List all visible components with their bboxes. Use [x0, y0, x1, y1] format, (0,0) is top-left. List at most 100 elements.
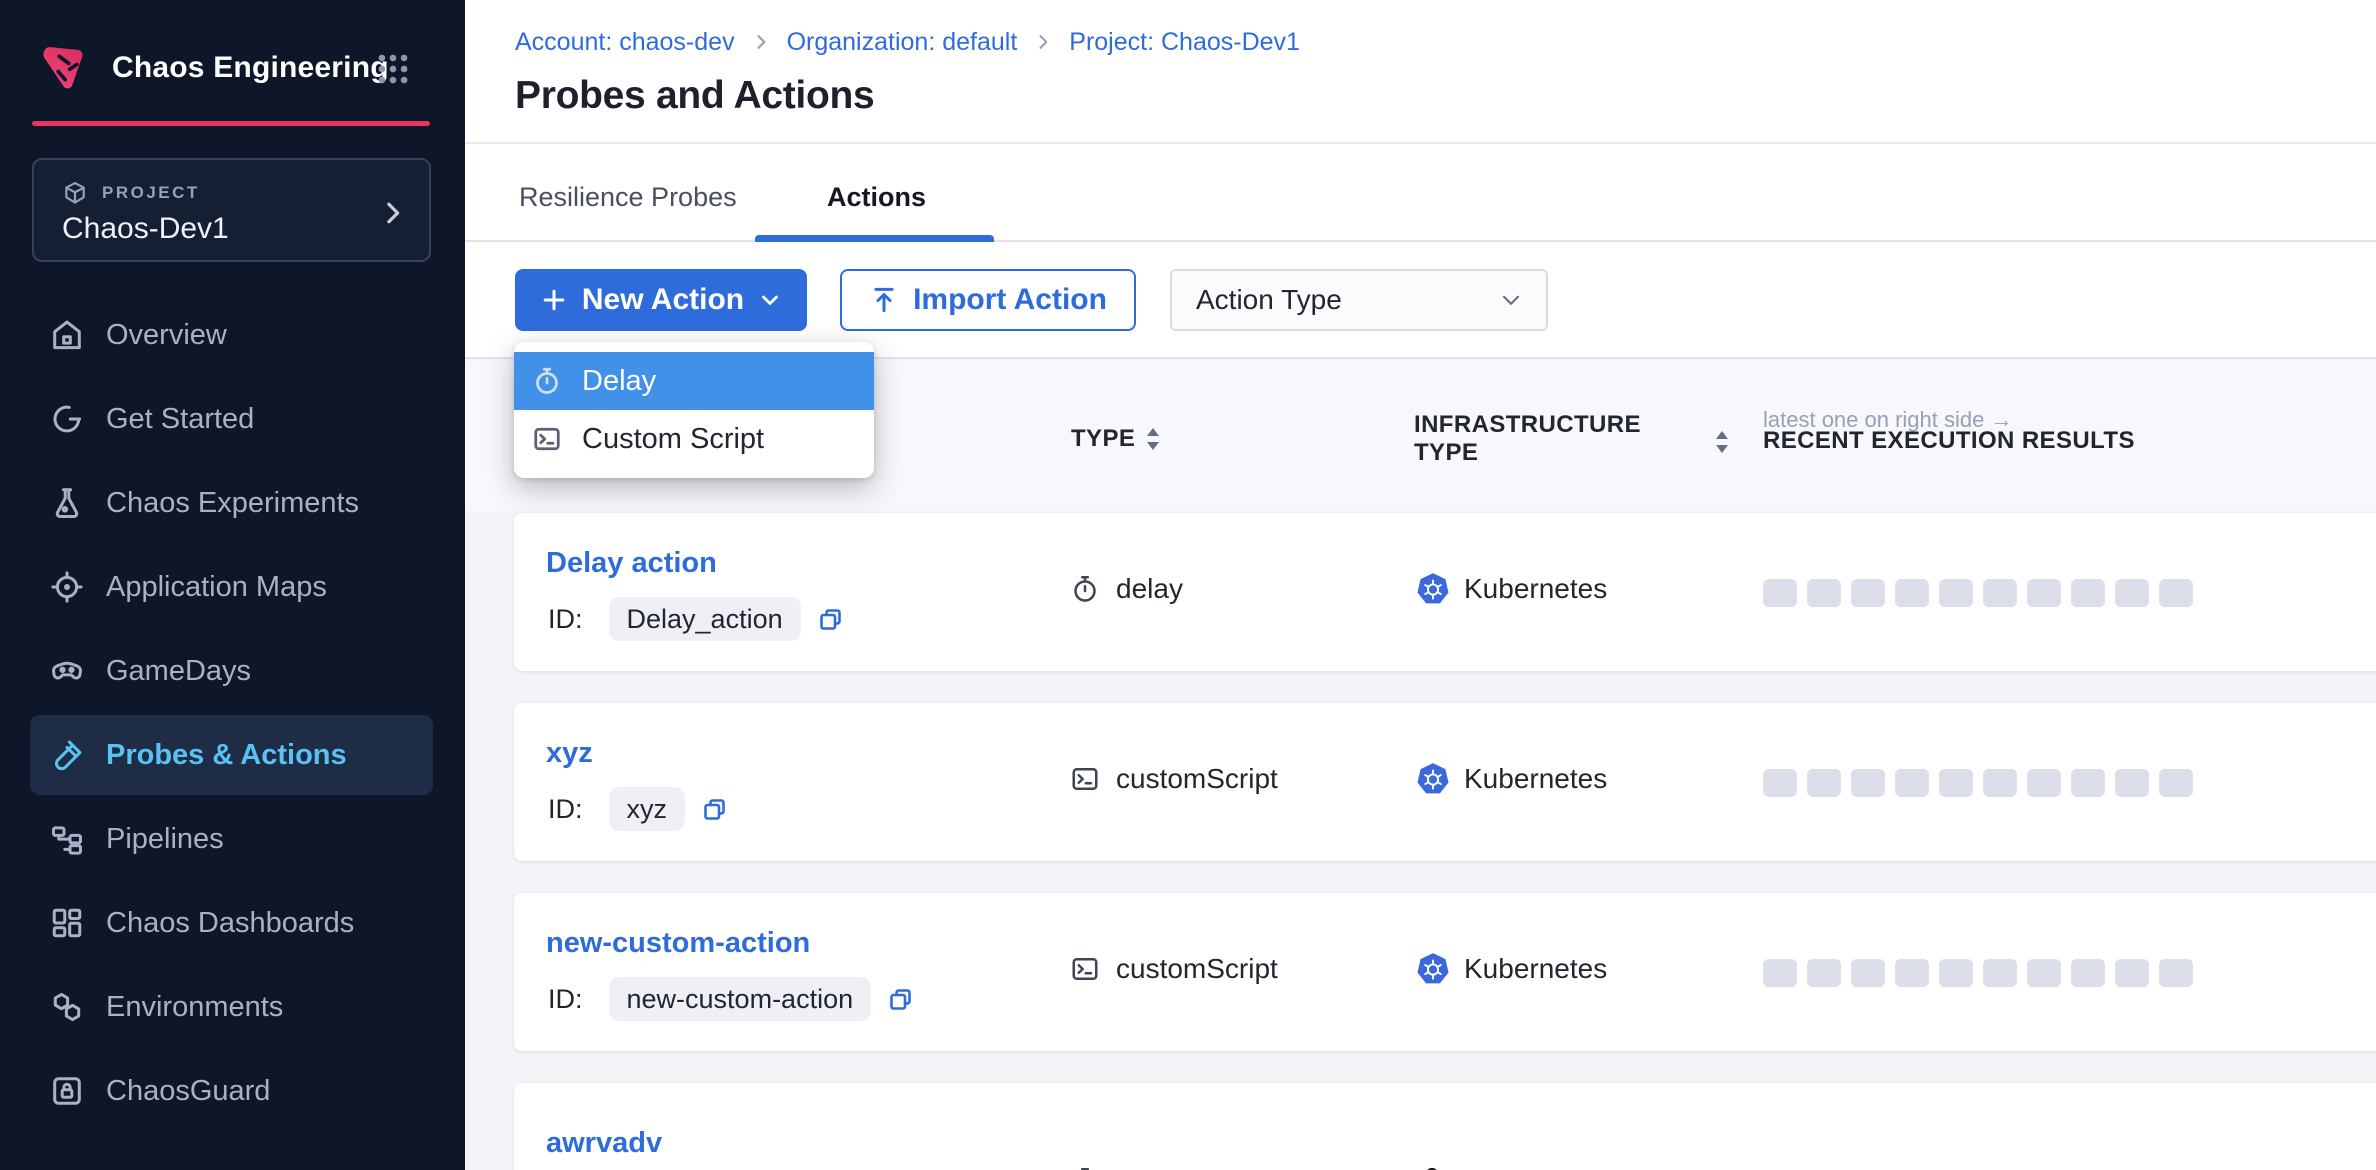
tab-actions[interactable]: Actions: [827, 182, 926, 213]
execution-placeholder: [2115, 579, 2149, 607]
execution-placeholder: [1763, 959, 1797, 987]
sidebar-item-application-maps[interactable]: Application Maps: [0, 547, 465, 627]
import-action-button[interactable]: Import Action: [840, 269, 1136, 331]
menu-item-delay[interactable]: Delay: [514, 352, 874, 410]
execution-placeholder: [1807, 959, 1841, 987]
execution-placeholder: [1939, 959, 1973, 987]
infrastructure-cell: Kubernetes: [1416, 572, 1607, 606]
sidebar-item-overview[interactable]: Overview: [0, 295, 465, 375]
action-name-link[interactable]: xyz: [546, 737, 593, 770]
infrastructure-cell: Kubernetes: [1416, 952, 1607, 986]
execution-placeholder: [2159, 959, 2193, 987]
execution-placeholder: [1763, 769, 1797, 797]
action-name-link[interactable]: Delay action: [546, 547, 717, 580]
action-id-value: Delay_action: [609, 597, 801, 641]
pipelines-icon: [48, 821, 86, 857]
sidebar-item-chaosguard[interactable]: ChaosGuard: [0, 1051, 465, 1131]
execution-placeholder: [1851, 959, 1885, 987]
table-row: Delay action ID: Delay_action delay Kube…: [514, 513, 2376, 671]
action-name-link[interactable]: awrvadv: [546, 1127, 662, 1160]
action-type-select[interactable]: Action Type: [1170, 269, 1548, 331]
action-name-link[interactable]: new-custom-action: [546, 927, 810, 960]
breadcrumb-project-link[interactable]: Project: Chaos-Dev1: [1069, 28, 1300, 57]
breadcrumb: Account: chaos-dev Organization: default…: [515, 24, 1300, 60]
tab-resilience-probes[interactable]: Resilience Probes: [519, 182, 737, 213]
sidebar-item-pipelines[interactable]: Pipelines: [0, 799, 465, 879]
execution-placeholder: [2027, 959, 2061, 987]
sort-type-icon[interactable]: [1143, 425, 1163, 453]
execution-placeholder: [2027, 769, 2061, 797]
stopwatch-icon: [532, 366, 562, 396]
action-id-value: new-custom-action: [609, 977, 872, 1021]
sidebar-item-get-started[interactable]: Get Started: [0, 379, 465, 459]
action-id-row: ID: new-custom-action: [548, 977, 914, 1021]
project-cube-icon: [62, 180, 88, 206]
column-recent-execution-results: RECENT EXECUTION RESULTS: [1763, 427, 2135, 455]
page-title: Probes and Actions: [515, 74, 874, 118]
infrastructure-cell: Kubernetes: [1416, 762, 1607, 796]
kubernetes-icon: [1416, 572, 1450, 606]
type-cell: customScript: [1070, 763, 1278, 795]
breadcrumb-organization-link[interactable]: Organization: default: [787, 28, 1018, 57]
execution-placeholder: [1983, 959, 2017, 987]
project-name: Chaos-Dev1: [62, 212, 229, 246]
hexagons-icon: [48, 989, 86, 1025]
copy-icon[interactable]: [817, 606, 844, 633]
copy-icon[interactable]: [887, 986, 914, 1013]
sidebar-item-gamedays[interactable]: GameDays: [0, 631, 465, 711]
execution-placeholder: [1807, 769, 1841, 797]
breadcrumb-account-link[interactable]: Account: chaos-dev: [515, 28, 735, 57]
kubernetes-icon: [1416, 762, 1450, 796]
active-tab-indicator: [755, 235, 994, 242]
execution-placeholder: [1895, 579, 1929, 607]
sidebar-item-chaos-dashboards[interactable]: Chaos Dashboards: [0, 883, 465, 963]
action-id-row: ID: xyz: [548, 787, 728, 831]
tabs-divider: [465, 240, 2376, 242]
project-selector[interactable]: PROJECT Chaos-Dev1: [32, 158, 431, 262]
sidebar-item-environments[interactable]: Environments: [0, 967, 465, 1047]
execution-placeholder: [1763, 579, 1797, 607]
breadcrumb-separator-icon: [751, 32, 771, 52]
project-label: PROJECT: [102, 183, 200, 203]
column-infrastructure-type[interactable]: INFRASTRUCTURE TYPE: [1414, 411, 1641, 467]
execution-placeholder: [2071, 579, 2105, 607]
terminal-icon: [1070, 954, 1100, 984]
action-id-value: xyz: [609, 787, 686, 831]
recent-execution-placeholders: [1763, 959, 2193, 987]
sidebar: Chaos Engineering PROJECT Chaos-Dev1: [0, 0, 465, 1170]
apps-grid-icon[interactable]: [374, 50, 412, 88]
breadcrumb-separator-icon: [1033, 32, 1053, 52]
new-action-button[interactable]: New Action: [515, 269, 807, 331]
terminal-icon: [1070, 764, 1100, 794]
sidebar-item-chaos-experiments[interactable]: Chaos Experiments: [0, 463, 465, 543]
execution-placeholder: [1895, 959, 1929, 987]
menu-item-custom-script[interactable]: Custom Script: [514, 410, 874, 468]
chaos-engineering-logo-icon: [36, 40, 92, 96]
chevron-right-icon: [377, 198, 407, 228]
get-started-icon: [48, 401, 86, 437]
recent-execution-placeholders: [1763, 579, 2193, 607]
brand-title: Chaos Engineering: [112, 51, 389, 85]
chevron-down-icon: [1498, 287, 1524, 313]
infrastructure-cell: Linux: [1416, 1165, 1529, 1170]
table-row: new-custom-action ID: new-custom-action …: [514, 893, 2376, 1051]
table-row: awrvadv delay Linux: [514, 1083, 2376, 1170]
copy-icon[interactable]: [701, 796, 728, 823]
execution-placeholder: [2071, 769, 2105, 797]
execution-placeholder: [1983, 579, 2017, 607]
recent-execution-placeholders: [1763, 769, 2193, 797]
terminal-icon: [532, 424, 562, 454]
actions-table: TYPE INFRASTRUCTURE TYPE latest one on r…: [465, 357, 2376, 1170]
column-type[interactable]: TYPE: [1071, 425, 1135, 453]
execution-placeholder: [2159, 769, 2193, 797]
divider: [465, 142, 2376, 144]
execution-placeholder: [1851, 579, 1885, 607]
execution-placeholder: [1939, 769, 1973, 797]
type-cell: customScript: [1070, 953, 1278, 985]
execution-placeholder: [2115, 769, 2149, 797]
stopwatch-icon: [1070, 574, 1100, 604]
sidebar-item-probes-actions[interactable]: Probes & Actions: [30, 715, 433, 795]
execution-placeholder: [1983, 769, 2017, 797]
new-action-dropdown-menu: Delay Custom Script: [514, 342, 874, 478]
sort-infrastructure-icon[interactable]: [1712, 428, 1732, 456]
